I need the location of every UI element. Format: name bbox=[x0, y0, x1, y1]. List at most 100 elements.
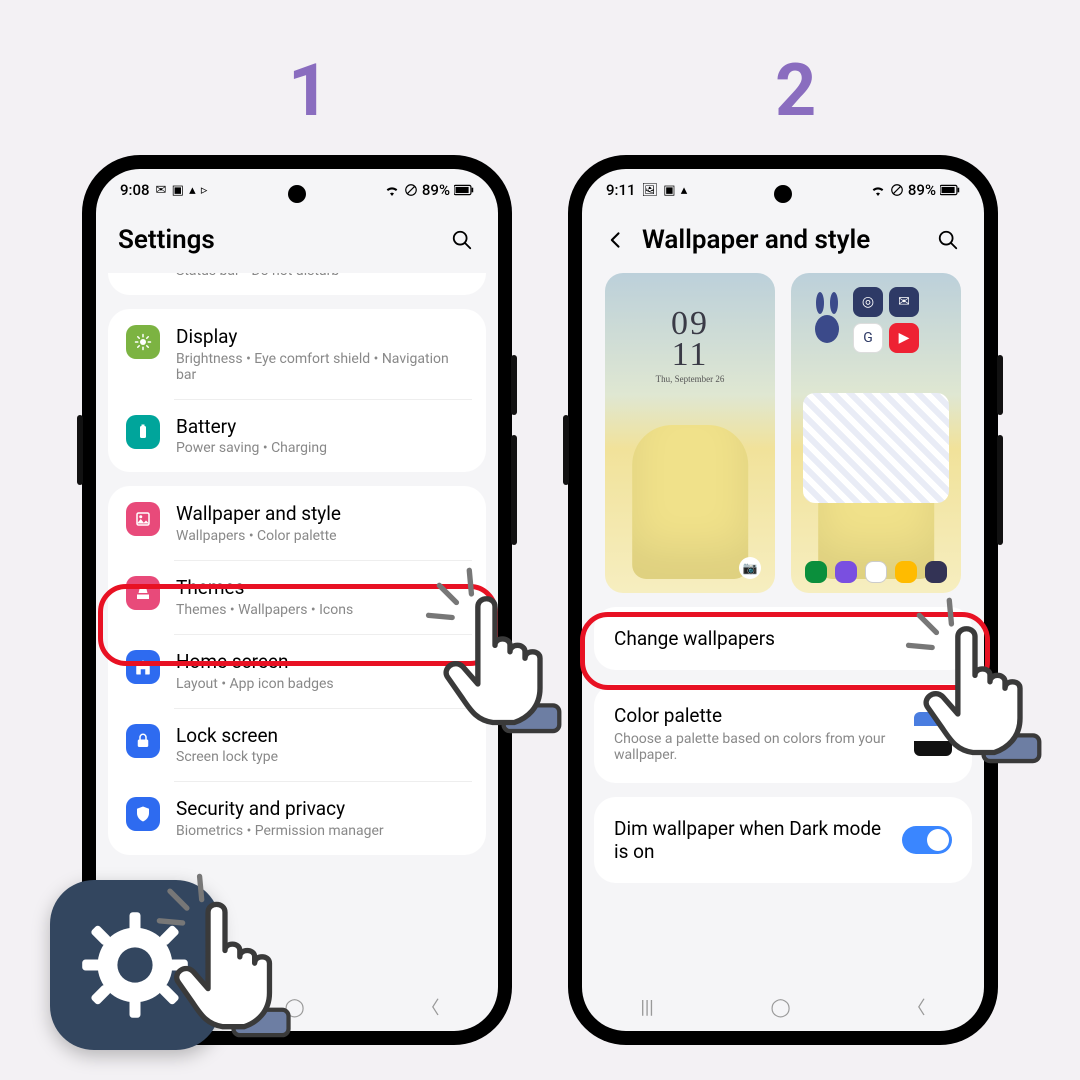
wallpaper-header: Wallpaper and style bbox=[582, 211, 984, 273]
compass-icon: ◎ bbox=[853, 287, 883, 317]
option-title: Dim wallpaper when Dark mode is on bbox=[614, 817, 888, 863]
home-dock bbox=[791, 561, 961, 583]
settings-row-notifications[interactable]: Notifications Status bar • Do not distur… bbox=[108, 273, 486, 295]
power-button bbox=[511, 355, 517, 415]
nav-home[interactable]: ◯ bbox=[771, 997, 791, 1018]
option-title: Color palette bbox=[614, 704, 900, 727]
mail-icon: ✉ bbox=[889, 287, 919, 317]
back-icon[interactable] bbox=[604, 226, 628, 254]
settings-list: Notifications Status bar • Do not distur… bbox=[96, 273, 498, 983]
side-button bbox=[563, 415, 569, 485]
camera-notch bbox=[774, 185, 792, 203]
brush-icon bbox=[126, 576, 160, 610]
palette-swatch bbox=[914, 712, 952, 756]
settings-app-icon bbox=[925, 561, 947, 583]
phone-app-icon bbox=[805, 561, 827, 583]
page-title: Wallpaper and style bbox=[642, 225, 920, 255]
chrome-app-icon bbox=[865, 561, 887, 583]
step-number-1: 1 bbox=[288, 48, 329, 133]
lockscreen-clock: 09 11 Thu, September 26 bbox=[605, 309, 775, 384]
messages-app-icon bbox=[835, 561, 857, 583]
calendar-widget bbox=[803, 393, 949, 503]
settings-header: Settings bbox=[96, 211, 498, 273]
row-subtitle: Status bar • Do not disturb bbox=[176, 273, 468, 279]
wifi-icon bbox=[870, 184, 886, 196]
status-left-icons: ✉ ▣ ▴ ▹ bbox=[156, 183, 209, 198]
shield-icon bbox=[126, 797, 160, 831]
option-title: Change wallpapers bbox=[614, 627, 952, 650]
option-color-palette[interactable]: Color palette Choose a palette based on … bbox=[594, 684, 972, 783]
settings-group: Wallpaper and style Wallpapers • Color p… bbox=[108, 486, 486, 855]
settings-group: Notifications Status bar • Do not distur… bbox=[108, 273, 486, 295]
side-button bbox=[77, 415, 83, 485]
status-time: 9:08 bbox=[120, 181, 150, 199]
row-title: Wallpaper and style bbox=[176, 502, 468, 526]
status-battery-text: 89% bbox=[908, 181, 936, 199]
row-subtitle: Themes • Wallpapers • Icons bbox=[176, 602, 468, 618]
row-title: Themes bbox=[176, 576, 468, 600]
dim-toggle[interactable] bbox=[902, 826, 952, 854]
search-icon[interactable] bbox=[934, 226, 962, 254]
home-widgets: ◎ ✉ G ▶ bbox=[853, 287, 951, 353]
search-icon[interactable] bbox=[448, 226, 476, 254]
camera-app-icon bbox=[895, 561, 917, 583]
no-sim-icon bbox=[404, 183, 418, 197]
row-subtitle: Screen lock type bbox=[176, 749, 468, 765]
power-button bbox=[997, 355, 1003, 415]
settings-row-lock[interactable]: Lock screen Screen lock type bbox=[108, 708, 486, 782]
nav-back[interactable]: 〈 bbox=[908, 994, 926, 1020]
settings-row-battery[interactable]: Battery Power saving • Charging bbox=[108, 399, 486, 473]
phone-frame-2: 9:11 🖼 ▣ ▴ 89% Wallpaper and style bbox=[568, 155, 998, 1045]
row-title: Lock screen bbox=[176, 724, 468, 748]
row-title: Home screen bbox=[176, 650, 468, 674]
nav-recents[interactable]: ||| bbox=[640, 997, 653, 1018]
youtube-icon: ▶ bbox=[889, 323, 919, 353]
lockscreen-preview[interactable]: 09 11 Thu, September 26 📷 bbox=[605, 273, 775, 593]
option-change-wallpapers[interactable]: Change wallpapers bbox=[594, 607, 972, 670]
android-navbar: ||| ◯ 〈 bbox=[582, 983, 984, 1031]
homescreen-preview[interactable]: ◎ ✉ G ▶ bbox=[791, 273, 961, 593]
row-subtitle: Wallpapers • Color palette bbox=[176, 528, 468, 544]
wallpaper-previews: 09 11 Thu, September 26 📷 ◎ ✉ G ▶ bbox=[582, 273, 984, 607]
sun-icon bbox=[126, 325, 160, 359]
image-icon bbox=[126, 502, 160, 536]
lock-icon bbox=[126, 724, 160, 758]
camera-shortcut-icon: 📷 bbox=[739, 557, 761, 579]
screen-2: 9:11 🖼 ▣ ▴ 89% Wallpaper and style bbox=[582, 169, 984, 1031]
settings-app-icon[interactable] bbox=[50, 880, 220, 1050]
option-dim-wallpaper[interactable]: Dim wallpaper when Dark mode is on bbox=[594, 797, 972, 883]
row-subtitle: Power saving • Charging bbox=[176, 440, 468, 456]
step-number-2: 2 bbox=[775, 48, 816, 133]
nav-back[interactable]: 〈 bbox=[422, 994, 440, 1020]
nav-home[interactable]: ◯ bbox=[285, 997, 305, 1018]
status-left-icons: 🖼 ▣ ▴ bbox=[642, 183, 689, 198]
volume-button bbox=[511, 435, 517, 545]
settings-row-security[interactable]: Security and privacy Biometrics • Permis… bbox=[108, 781, 486, 855]
no-sim-icon bbox=[890, 183, 904, 197]
camera-notch bbox=[288, 185, 306, 203]
volume-button bbox=[997, 435, 1003, 545]
google-icon: G bbox=[853, 323, 883, 353]
page-title: Settings bbox=[118, 225, 434, 255]
settings-group: Display Brightness • Eye comfort shield … bbox=[108, 309, 486, 473]
option-subtitle: Choose a palette based on colors from yo… bbox=[614, 731, 900, 763]
row-title: Security and privacy bbox=[176, 797, 468, 821]
home-icon bbox=[126, 650, 160, 684]
bunny-figure-icon bbox=[807, 291, 847, 345]
row-title: Display bbox=[176, 325, 468, 349]
row-title: Battery bbox=[176, 415, 468, 439]
battery-icon bbox=[940, 184, 960, 196]
settings-row-display[interactable]: Display Brightness • Eye comfort shield … bbox=[108, 309, 486, 399]
row-subtitle: Biometrics • Permission manager bbox=[176, 823, 468, 839]
wifi-icon bbox=[384, 184, 400, 196]
battery-icon bbox=[454, 184, 474, 196]
row-subtitle: Layout • App icon badges bbox=[176, 676, 468, 692]
status-time: 9:11 bbox=[606, 181, 636, 199]
settings-row-home[interactable]: Home screen Layout • App icon badges bbox=[108, 634, 486, 708]
settings-row-wallpaper[interactable]: Wallpaper and style Wallpapers • Color p… bbox=[108, 486, 486, 560]
battery-icon bbox=[126, 415, 160, 449]
row-subtitle: Brightness • Eye comfort shield • Naviga… bbox=[176, 351, 468, 383]
gear-icon bbox=[80, 910, 190, 1020]
settings-row-themes[interactable]: Themes Themes • Wallpapers • Icons bbox=[108, 560, 486, 634]
status-battery-text: 89% bbox=[422, 181, 450, 199]
